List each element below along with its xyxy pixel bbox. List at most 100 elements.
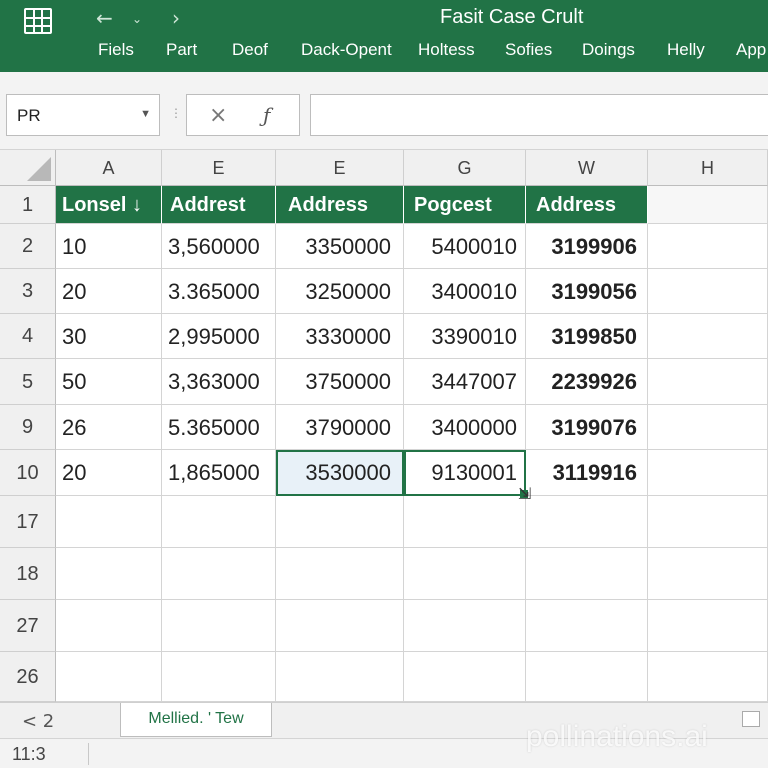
spreadsheet-grid-icon[interactable] — [24, 8, 52, 34]
insert-function-icon[interactable]: ƒ — [263, 103, 270, 127]
chevron-down-icon[interactable]: ⌄ — [132, 12, 142, 26]
row-header[interactable]: 27 — [0, 600, 56, 652]
data-cell[interactable]: 2239926 — [526, 359, 648, 405]
sheet-tab-active[interactable]: Mellied. ' Tew — [120, 703, 272, 737]
data-cell[interactable]: 3199906 — [526, 224, 648, 269]
selected-cell[interactable]: 3530000 — [276, 450, 404, 496]
empty-cell[interactable] — [276, 496, 404, 548]
row-header[interactable]: 26 — [0, 652, 56, 702]
data-cell[interactable]: 3119916 — [526, 450, 648, 496]
data-cell[interactable]: 3400000 — [404, 405, 526, 450]
data-cell[interactable]: 3199076 — [526, 405, 648, 450]
sheet-nav-prev-button[interactable]: < 2 — [22, 711, 54, 732]
tab-helly[interactable]: Helly — [667, 40, 705, 60]
data-cell[interactable]: 3330000 — [276, 314, 404, 359]
data-cell[interactable]: 3790000 — [276, 405, 404, 450]
column-header-e[interactable]: E — [162, 150, 276, 186]
header-cell[interactable]: Lonsel ↓ — [56, 186, 162, 224]
horizontal-scroll-button[interactable] — [742, 711, 760, 727]
data-cell[interactable]: 5400010 — [404, 224, 526, 269]
header-cell[interactable]: Address — [276, 186, 404, 224]
empty-cell[interactable] — [404, 652, 526, 702]
data-cell[interactable]: 10 — [56, 224, 162, 269]
row-header[interactable]: 4 — [0, 314, 56, 359]
name-box[interactable]: PR ▼ — [6, 94, 160, 136]
empty-cell[interactable] — [404, 548, 526, 600]
row-header[interactable]: 10 — [0, 450, 56, 496]
data-cell[interactable]: 2,995000 — [162, 314, 276, 359]
tab-part[interactable]: Part — [166, 40, 197, 60]
column-header-a[interactable]: A — [56, 150, 162, 186]
tab-sofies[interactable]: Sofies — [505, 40, 552, 60]
data-cell[interactable]: 3390010 — [404, 314, 526, 359]
data-cell[interactable]: 3350000 — [276, 224, 404, 269]
row-header[interactable]: 18 — [0, 548, 56, 600]
empty-cell[interactable] — [526, 600, 648, 652]
data-cell[interactable]: 3.365000 — [162, 269, 276, 314]
undo-arrow-icon[interactable]: ← — [96, 6, 113, 30]
empty-cell[interactable] — [648, 224, 768, 269]
data-cell[interactable]: 3,363000 — [162, 359, 276, 405]
cancel-icon[interactable]: × — [209, 103, 227, 128]
empty-cell[interactable] — [648, 450, 768, 496]
column-header-w[interactable]: W — [526, 150, 648, 186]
empty-cell[interactable] — [648, 548, 768, 600]
data-cell[interactable]: 3447007 — [404, 359, 526, 405]
chevron-down-icon[interactable]: ▼ — [140, 108, 151, 120]
empty-cell[interactable] — [162, 496, 276, 548]
column-header-h[interactable]: H — [648, 150, 768, 186]
header-cell[interactable]: Addrest — [162, 186, 276, 224]
formula-input[interactable] — [310, 94, 768, 136]
empty-cell[interactable] — [276, 600, 404, 652]
column-header-e2[interactable]: E — [276, 150, 404, 186]
data-cell[interactable]: 20 — [56, 450, 162, 496]
empty-cell[interactable] — [162, 652, 276, 702]
empty-cell[interactable] — [648, 314, 768, 359]
empty-cell[interactable] — [648, 496, 768, 548]
empty-cell[interactable] — [56, 548, 162, 600]
selected-cell[interactable]: 9130001 — [404, 450, 526, 496]
empty-cell[interactable] — [404, 496, 526, 548]
empty-cell[interactable] — [162, 600, 276, 652]
data-cell[interactable]: 3,560000 — [162, 224, 276, 269]
tab-holtess[interactable]: Holtess — [418, 40, 475, 60]
empty-cell[interactable] — [56, 600, 162, 652]
row-header[interactable]: 17 — [0, 496, 56, 548]
tab-app[interactable]: App — [736, 40, 766, 60]
data-cell[interactable]: 3250000 — [276, 269, 404, 314]
column-header-g[interactable]: G — [404, 150, 526, 186]
row-header[interactable]: 1 — [0, 186, 56, 224]
select-all-corner[interactable] — [0, 150, 56, 186]
empty-cell[interactable] — [526, 496, 648, 548]
row-header[interactable]: 3 — [0, 269, 56, 314]
data-cell[interactable]: 30 — [56, 314, 162, 359]
more-options-icon[interactable]: ⋮ — [170, 106, 182, 120]
empty-cell[interactable] — [648, 359, 768, 405]
header-cell[interactable]: Address — [526, 186, 648, 224]
tab-doings[interactable]: Doings — [582, 40, 635, 60]
empty-cell[interactable] — [276, 548, 404, 600]
data-cell[interactable]: 1,865000 — [162, 450, 276, 496]
data-cell[interactable]: 20 — [56, 269, 162, 314]
row-header[interactable]: 5 — [0, 359, 56, 405]
data-cell[interactable]: 5.365000 — [162, 405, 276, 450]
empty-cell[interactable] — [162, 548, 276, 600]
data-cell[interactable]: 3750000 — [276, 359, 404, 405]
header-cell[interactable]: Pogcest — [404, 186, 526, 224]
row-header[interactable]: 2 — [0, 224, 56, 269]
tab-fiels[interactable]: Fiels — [98, 40, 134, 60]
tab-dack-opent[interactable]: Dack-Opent — [301, 40, 392, 60]
data-cell[interactable]: 3199850 — [526, 314, 648, 359]
empty-cell[interactable] — [276, 652, 404, 702]
row-header[interactable]: 9 — [0, 405, 56, 450]
tab-deof[interactable]: Deof — [232, 40, 268, 60]
empty-cell[interactable] — [526, 548, 648, 600]
empty-cell[interactable] — [648, 405, 768, 450]
data-cell[interactable]: 50 — [56, 359, 162, 405]
empty-cell[interactable] — [648, 186, 768, 224]
empty-cell[interactable] — [404, 600, 526, 652]
redo-arrow-icon[interactable]: › — [172, 6, 180, 30]
empty-cell[interactable] — [648, 652, 768, 702]
empty-cell[interactable] — [56, 496, 162, 548]
empty-cell[interactable] — [56, 652, 162, 702]
